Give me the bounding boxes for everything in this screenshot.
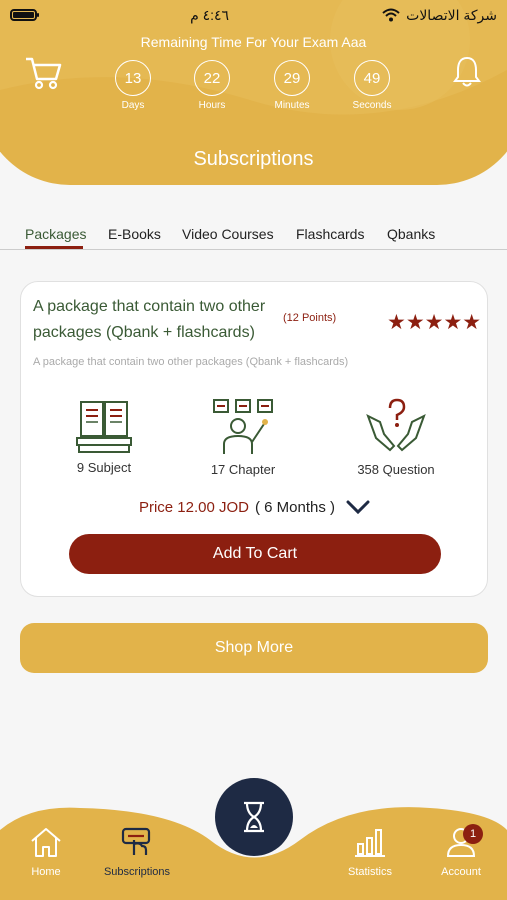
nav-account-label: Account [441,866,481,878]
tab-bar: Packages E-Books Video Courses Flashcard… [0,224,507,250]
tab-video-courses[interactable]: Video Courses [182,226,274,242]
shop-more-button[interactable]: Shop More [20,623,488,673]
package-points: (12 Points) [283,312,337,324]
home-icon [31,828,61,857]
package-title: A package that contain two other package… [33,298,266,341]
nav-home-label: Home [31,866,61,878]
price-row: Price 12.00 JOD ( 6 Months ) [21,498,489,516]
package-description: A package that contain two other package… [33,356,349,368]
timer-days-unit: Days [121,100,145,111]
nav-account[interactable]: Account [416,826,506,878]
center-action-button[interactable] [215,778,293,856]
timer-seconds-unit: Seconds [352,100,392,111]
stat-subjects: 9 Subject [49,398,159,475]
timer-seconds-value: 49 [354,60,390,96]
timer-hours-value: 22 [194,60,230,96]
timer-hours-unit: Hours [198,100,226,111]
chevron-down-icon[interactable] [345,498,371,516]
question-hands-icon [366,398,426,452]
nav-statistics-label: Statistics [347,866,392,878]
timer-days-value: 13 [115,60,151,96]
timer-minutes: 29 Minutes [272,60,312,111]
timer-minutes-unit: Minutes [274,100,310,111]
hourglass-icon [244,801,264,833]
remaining-time-label: Remaining Time For Your Exam Aaa [140,34,367,50]
timer-minutes-value: 29 [274,60,310,96]
statistics-icon [355,829,385,857]
battery-icon [10,9,39,21]
wifi-icon [382,8,400,22]
rating-stars: ★★★★★ [387,311,482,334]
package-card[interactable]: A package that contain two other package… [20,281,488,597]
subscriptions-icon [121,827,151,855]
status-time: ٤:٤٦ م [190,6,230,23]
stat-questions: 358 Question [341,398,451,477]
books-icon [76,401,132,453]
add-to-cart-button[interactable]: Add To Cart [69,534,441,574]
nav-subscriptions-label: Subscriptions [103,866,171,878]
active-tab-indicator [25,246,83,249]
nav-statistics[interactable]: Statistics [325,826,415,878]
notification-badge: 1 [463,824,483,844]
stat-chapters-label: 17 Chapter [210,462,276,477]
teacher-icon [213,399,273,454]
stat-subjects-label: 9 Subject [76,460,132,475]
page-title: Subscriptions [193,148,314,170]
stat-questions-label: 358 Question [357,462,435,477]
tab-flashcards[interactable]: Flashcards [296,226,364,242]
cart-icon[interactable] [24,54,62,92]
bell-icon[interactable] [452,55,482,89]
package-duration[interactable]: ( 6 Months ) [255,499,335,516]
stat-chapters: 17 Chapter [188,398,298,477]
tab-ebooks[interactable]: E-Books [108,226,161,242]
package-price: Price 12.00 JOD [138,498,249,516]
timer-seconds: 49 Seconds [352,60,392,111]
status-bar: ٤:٤٦ م شركة الاتصالات [0,0,507,30]
tab-qbanks[interactable]: Qbanks [387,226,435,242]
nav-subscriptions[interactable]: Subscriptions [92,826,182,878]
timer-days: 13 Days [113,60,153,111]
tab-packages[interactable]: Packages [25,226,86,242]
carrier-name: شركة الاتصالات [406,6,497,23]
timer-hours: 22 Hours [192,60,232,111]
nav-home[interactable]: Home [1,826,91,878]
